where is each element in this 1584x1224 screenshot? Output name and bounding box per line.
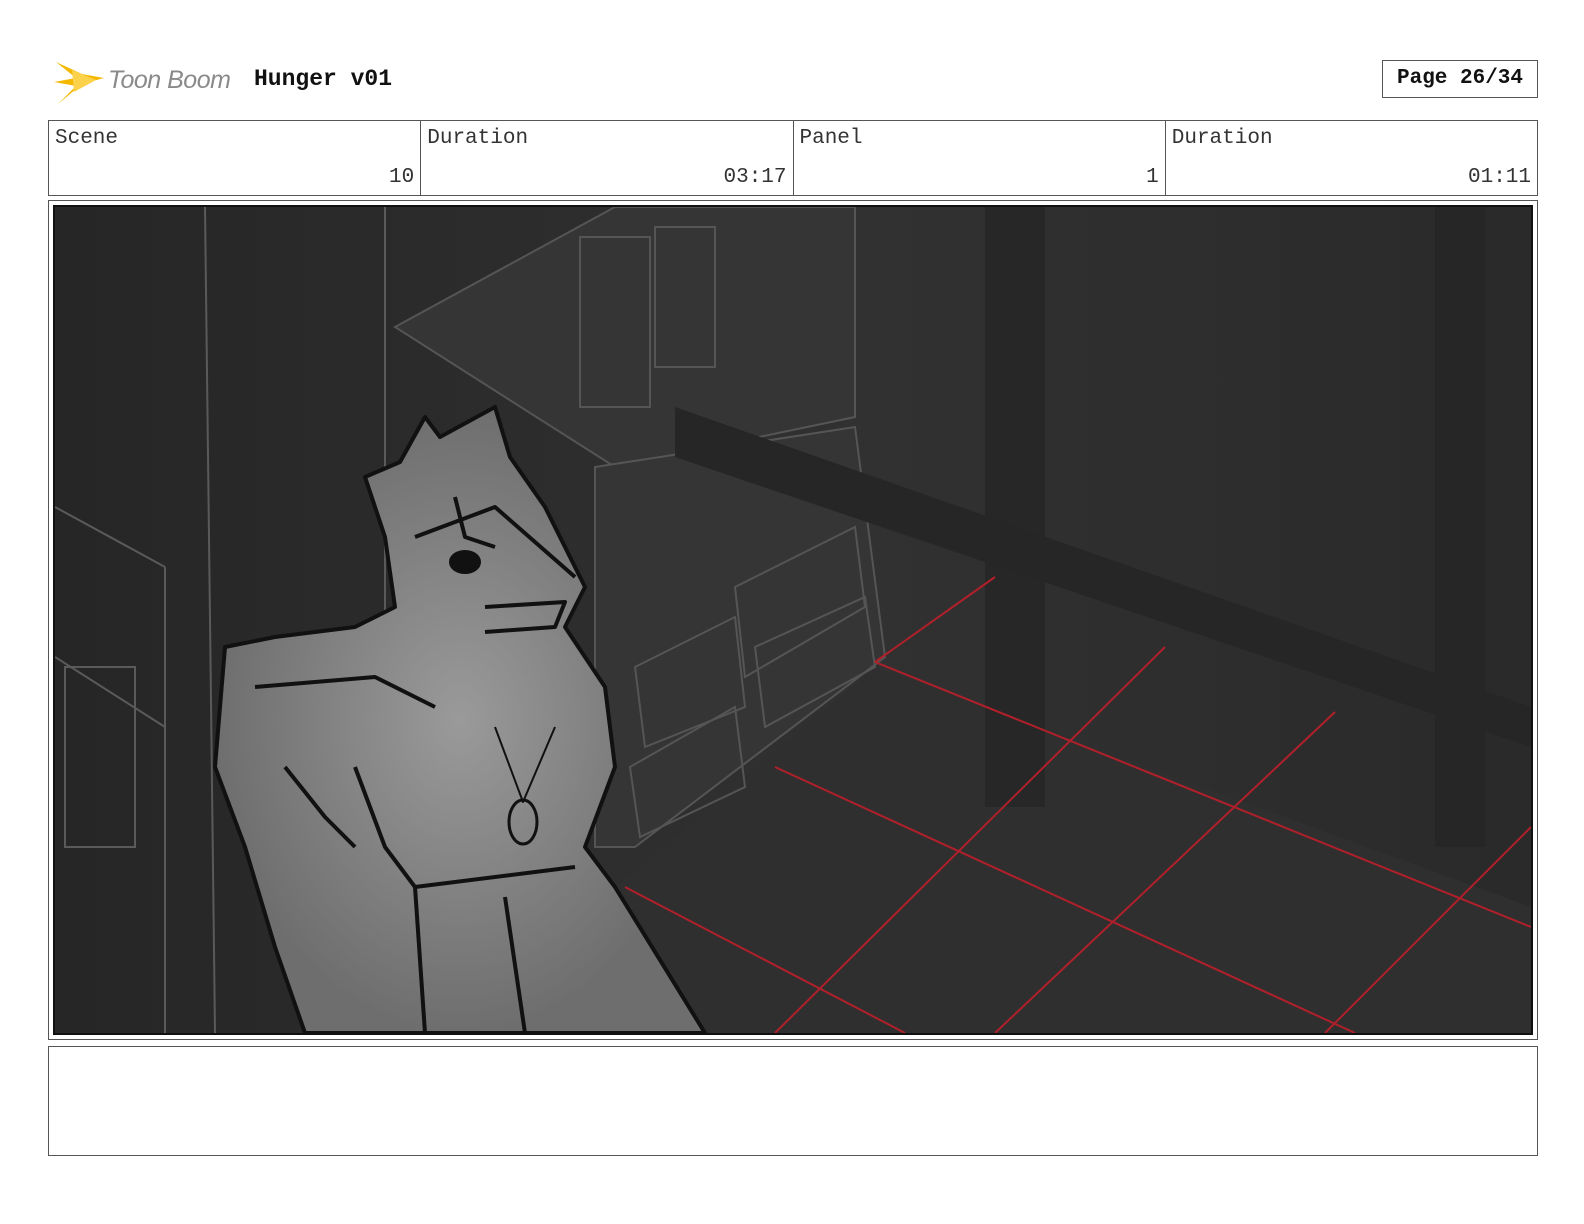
toon-boom-logo: Toon Boom xyxy=(52,56,252,108)
starburst-icon xyxy=(54,62,104,104)
panel-label: Panel xyxy=(799,127,863,150)
panel-duration-label: Duration xyxy=(1171,127,1273,150)
panel-duration-cell: Duration 01:11 xyxy=(1166,121,1537,195)
scene-value: 10 xyxy=(389,166,415,189)
panel-frame xyxy=(48,200,1538,1040)
project-title: Hunger v01 xyxy=(254,66,393,92)
scene-label: Scene xyxy=(55,127,119,150)
panel-cell: Panel 1 xyxy=(794,121,1166,195)
scene-info-row: Scene 10 Duration 03:17 Panel 1 Duration… xyxy=(48,120,1538,196)
logo-text: Toon Boom xyxy=(108,66,231,94)
panel-image xyxy=(53,205,1533,1035)
storyboard-header: Toon Boom Hunger v01 Page 26/34 xyxy=(48,56,1538,108)
scene-duration-value: 03:17 xyxy=(723,166,787,189)
panel-duration-value: 01:11 xyxy=(1467,166,1531,189)
panel-value: 1 xyxy=(1146,166,1159,189)
storyboard-drawing xyxy=(55,207,1531,1033)
scene-cell: Scene 10 xyxy=(49,121,422,195)
scene-duration-cell: Duration 03:17 xyxy=(421,121,794,195)
page-number: Page 26/34 xyxy=(1382,60,1538,98)
scene-duration-label: Duration xyxy=(427,127,529,150)
notes-box xyxy=(48,1046,1538,1156)
